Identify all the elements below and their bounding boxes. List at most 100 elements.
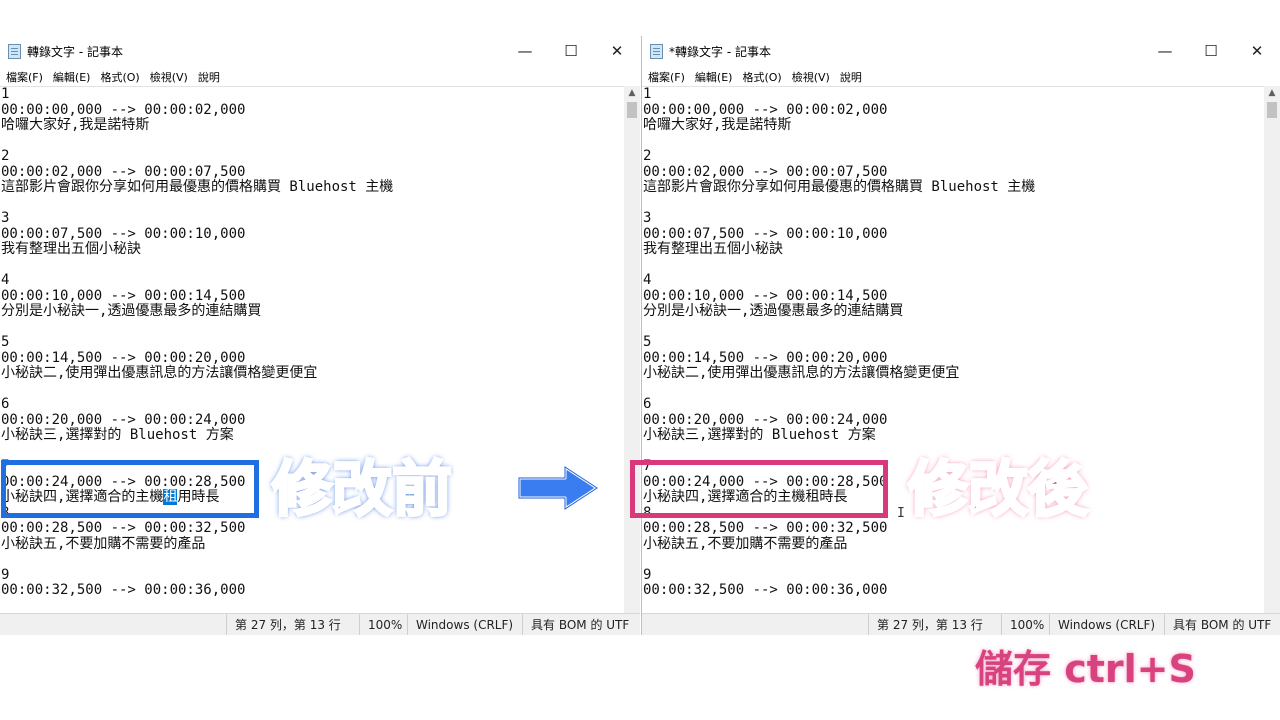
notepad-icon: [8, 44, 21, 59]
text-line[interactable]: 小秘訣三,選擇對的 Bluehost 方案: [642, 427, 1264, 444]
text-line[interactable]: [642, 320, 1264, 336]
text-line[interactable]: 00:00:07,500 --> 00:00:10,000: [642, 226, 1264, 243]
text-line[interactable]: 哈囉大家好,我是諾特斯: [0, 117, 624, 134]
text-line[interactable]: 3: [0, 210, 624, 227]
text-line[interactable]: 00:00:10,000 --> 00:00:14,500: [0, 288, 624, 305]
scroll-thumb[interactable]: [1267, 102, 1277, 118]
text-line[interactable]: 9: [0, 567, 624, 584]
text-line[interactable]: 哈囉大家好,我是諾特斯: [642, 117, 1264, 134]
menu-file[interactable]: 檔案(F): [642, 68, 689, 88]
text-line[interactable]: [0, 258, 624, 274]
window-title: 轉錄文字 - 記事本: [27, 45, 123, 59]
text-line[interactable]: 00:00:00,000 --> 00:00:02,000: [0, 102, 624, 119]
minimize-button[interactable]: —: [502, 36, 548, 66]
text-line[interactable]: 這部影片會跟你分享如何用最優惠的價格購買 Bluehost 主機: [642, 179, 1264, 196]
notepad-icon: [650, 44, 663, 59]
status-line-ending: Windows (CRLF): [1049, 614, 1155, 635]
text-line[interactable]: 小秘訣五,不要加購不需要的產品: [0, 536, 624, 553]
text-line[interactable]: 小秘訣五,不要加購不需要的產品: [642, 536, 1264, 553]
text-line[interactable]: 00:00:02,000 --> 00:00:07,500: [0, 164, 624, 181]
close-button[interactable]: ✕: [594, 36, 640, 66]
maximize-button[interactable]: ☐: [548, 36, 594, 66]
text-line[interactable]: [0, 196, 624, 212]
text-line[interactable]: 00:00:32,500 --> 00:00:36,000: [642, 582, 1264, 599]
text-line[interactable]: 5: [0, 334, 624, 351]
vertical-scrollbar[interactable]: ▲ ▼: [1264, 86, 1280, 633]
after-label: 修改後: [907, 455, 1090, 525]
text-line[interactable]: 4: [0, 272, 624, 289]
text-line[interactable]: 這部影片會跟你分享如何用最優惠的價格購買 Bluehost 主機: [0, 179, 624, 196]
vertical-scrollbar[interactable]: ▲ ▼: [624, 86, 640, 633]
text-line[interactable]: 4: [642, 272, 1264, 289]
save-shortcut-label: 儲存 ctrl+S: [975, 647, 1196, 691]
close-button[interactable]: ✕: [1234, 36, 1280, 66]
notepad-window-after: *轉錄文字 - 記事本 — ☐ ✕ 檔案(F) 編輯(E) 格式(O) 檢視(V) 說明…: [641, 36, 1280, 635]
menu-bar: 檔案(F) 編輯(E) 格式(O) 檢視(V) 說明: [0, 66, 640, 86]
text-editor[interactable]: 1 00:00:00,000 --> 00:00:02,000 哈囉大家好,我是諾特…: [0, 86, 624, 634]
text-line[interactable]: 小秘訣二,使用彈出優惠訊息的方法讓價格變更便宜: [0, 365, 624, 382]
text-line[interactable]: 我有整理出五個小秘訣: [0, 241, 624, 258]
text-line[interactable]: 1: [642, 87, 1264, 103]
text-line[interactable]: [0, 382, 624, 398]
right-arrow-icon: [517, 465, 599, 511]
minimize-button[interactable]: —: [1142, 36, 1188, 66]
text-line[interactable]: 分別是小秘訣一,透過優惠最多的連結購買: [0, 303, 624, 320]
text-line[interactable]: 3: [642, 210, 1264, 227]
text-line[interactable]: [0, 320, 624, 336]
menu-edit[interactable]: 編輯(E): [689, 68, 737, 88]
text-line[interactable]: 2: [642, 148, 1264, 165]
text-line[interactable]: [0, 552, 624, 568]
text-line[interactable]: [0, 134, 624, 150]
menu-help[interactable]: 說明: [834, 68, 866, 88]
status-position: 第 27 列，第 13 行: [868, 614, 983, 635]
text-line[interactable]: 6: [642, 396, 1264, 413]
text-line[interactable]: 00:00:14,500 --> 00:00:20,000: [0, 350, 624, 367]
status-bar: 第 27 列，第 13 行 100% Windows (CRLF) 具有 BOM…: [0, 613, 640, 635]
menu-bar: 檔案(F) 編輯(E) 格式(O) 檢視(V) 說明: [642, 66, 1280, 86]
title-bar: 轉錄文字 - 記事本 — ☐ ✕: [0, 36, 640, 66]
title-bar: *轉錄文字 - 記事本 — ☐ ✕: [642, 36, 1280, 66]
menu-view[interactable]: 檢視(V): [786, 68, 834, 88]
text-editor[interactable]: 1 00:00:00,000 --> 00:00:02,000 哈囉大家好,我是諾特…: [642, 86, 1264, 634]
scroll-up-icon[interactable]: ▲: [624, 88, 640, 98]
text-line[interactable]: [642, 134, 1264, 150]
text-line[interactable]: [642, 258, 1264, 274]
text-line[interactable]: 6: [0, 396, 624, 413]
scroll-thumb[interactable]: [627, 102, 637, 118]
menu-view[interactable]: 檢視(V): [144, 68, 192, 88]
text-line[interactable]: 2: [0, 148, 624, 165]
scroll-up-icon[interactable]: ▲: [1264, 88, 1280, 98]
menu-edit[interactable]: 編輯(E): [47, 68, 95, 88]
text-line[interactable]: 00:00:00,000 --> 00:00:02,000: [642, 102, 1264, 119]
text-line[interactable]: 00:00:32,500 --> 00:00:36,000: [0, 582, 624, 599]
text-line[interactable]: 9: [642, 567, 1264, 584]
text-line[interactable]: 00:00:20,000 --> 00:00:24,000: [642, 412, 1264, 429]
status-bar: 第 27 列，第 13 行 100% Windows (CRLF) 具有 BOM…: [642, 613, 1280, 635]
text-line[interactable]: 分別是小秘訣一,透過優惠最多的連結購買: [642, 303, 1264, 320]
text-line[interactable]: 00:00:14,500 --> 00:00:20,000: [642, 350, 1264, 367]
editor-lines-top: 1 00:00:00,000 --> 00:00:02,000 哈囉大家好,我是諾特…: [642, 87, 1264, 490]
menu-help[interactable]: 說明: [192, 68, 224, 88]
editor-lines-top: 1 00:00:00,000 --> 00:00:02,000 哈囉大家好,我是諾特…: [0, 87, 624, 490]
text-line[interactable]: 00:00:10,000 --> 00:00:14,500: [642, 288, 1264, 305]
text-line[interactable]: [642, 196, 1264, 212]
text-line[interactable]: [642, 382, 1264, 398]
text-line[interactable]: 1: [0, 87, 624, 103]
text-line[interactable]: 小秘訣三,選擇對的 Bluehost 方案: [0, 427, 624, 444]
text-line[interactable]: [642, 552, 1264, 568]
text-line[interactable]: 我有整理出五個小秘訣: [642, 241, 1264, 258]
maximize-button[interactable]: ☐: [1188, 36, 1234, 66]
status-encoding: 具有 BOM 的 UTF: [1164, 614, 1271, 635]
text-line[interactable]: 00:00:20,000 --> 00:00:24,000: [0, 412, 624, 429]
text-line[interactable]: 小秘訣二,使用彈出優惠訊息的方法讓價格變更便宜: [642, 365, 1264, 382]
status-line-ending: Windows (CRLF): [407, 614, 513, 635]
text-line[interactable]: 00:00:02,000 --> 00:00:07,500: [642, 164, 1264, 181]
menu-format[interactable]: 格式(O): [94, 68, 143, 88]
text-line[interactable]: 5: [642, 334, 1264, 351]
menu-format[interactable]: 格式(O): [736, 68, 785, 88]
status-zoom: 100%: [1001, 614, 1044, 635]
before-highlight-box: [1, 460, 259, 518]
menu-file[interactable]: 檔案(F): [0, 68, 47, 88]
text-line[interactable]: 00:00:07,500 --> 00:00:10,000: [0, 226, 624, 243]
status-zoom: 100%: [359, 614, 402, 635]
